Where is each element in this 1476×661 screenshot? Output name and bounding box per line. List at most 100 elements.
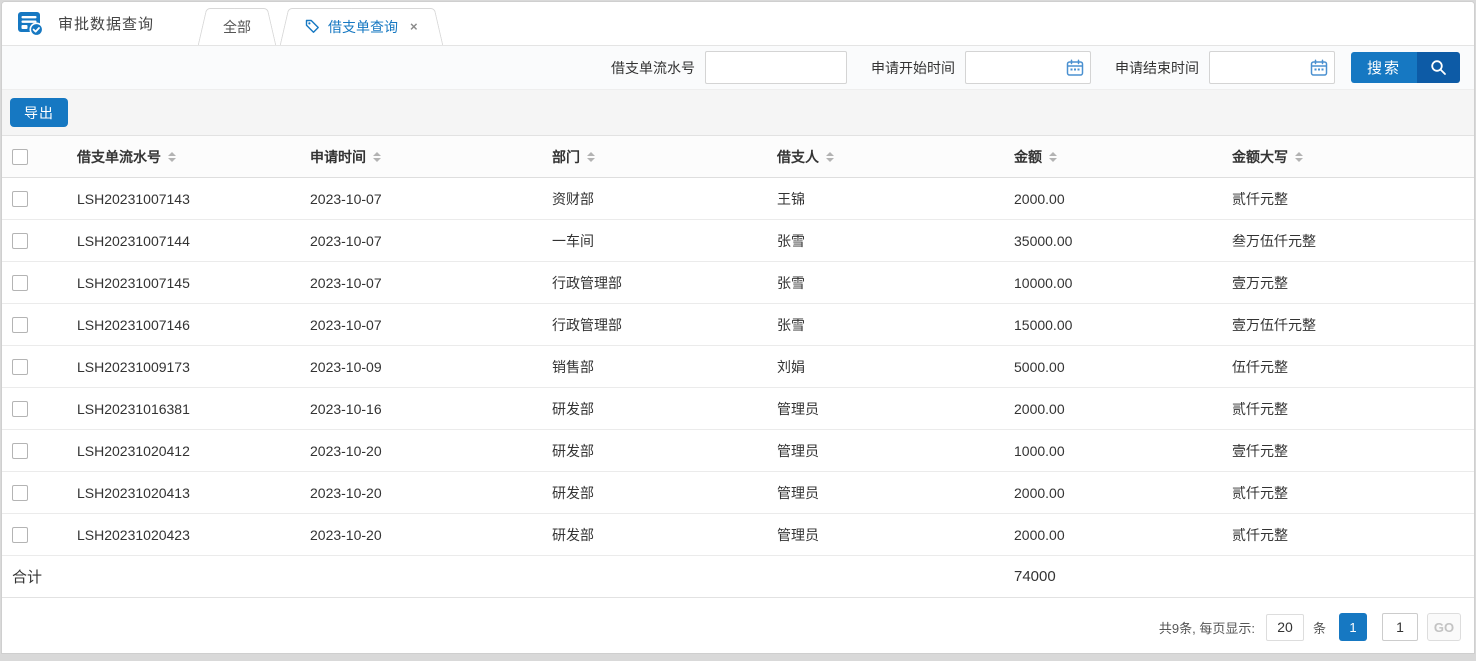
serial-label: 借支单流水号	[611, 58, 695, 78]
cell-amount: 2000.00	[1014, 388, 1232, 430]
cell-amount: 2000.00	[1014, 514, 1232, 556]
tab-loan-query-label: 借支单查询	[328, 17, 398, 37]
cell-amount-words: 壹仟元整	[1232, 430, 1474, 472]
row-checkbox[interactable]	[12, 443, 28, 459]
cell-amount: 2000.00	[1014, 178, 1232, 220]
end-time-label: 申请结束时间	[1115, 58, 1199, 78]
col-serial: 借支单流水号	[77, 147, 161, 167]
row-checkbox[interactable]	[12, 191, 28, 207]
cell-amount: 1000.00	[1014, 430, 1232, 472]
cell-serial: LSH20231020423	[77, 514, 310, 556]
cell-amount: 2000.00	[1014, 472, 1232, 514]
loan-table: 借支单流水号 申请时间 部门 借支人 金额 金额大写 LSH2023100714…	[2, 135, 1474, 598]
cell-borrower: 张雪	[777, 262, 1014, 304]
table-row: LSH20231007144 2023-10-07 一车间 张雪 35000.0…	[2, 220, 1474, 262]
page-title: 审批数据查询	[58, 13, 154, 34]
tab-all-label: 全部	[223, 17, 251, 37]
cell-borrower: 管理员	[777, 514, 1014, 556]
cell-serial: LSH20231007146	[77, 304, 310, 346]
search-button[interactable]: 搜索	[1351, 52, 1460, 83]
cell-amount-words: 伍仟元整	[1232, 346, 1474, 388]
cell-amount-words: 壹万伍仟元整	[1232, 304, 1474, 346]
cell-apply-time: 2023-10-07	[310, 220, 552, 262]
cell-department: 行政管理部	[552, 304, 777, 346]
cell-amount-words: 贰仟元整	[1232, 514, 1474, 556]
cell-serial: LSH20231020413	[77, 472, 310, 514]
tab-strip: 全部 借支单查询 ×	[196, 1, 445, 45]
cell-department: 研发部	[552, 430, 777, 472]
search-bar: 借支单流水号 申请开始时间 申请结束时间	[2, 46, 1474, 90]
summary-amount: 74000	[1014, 556, 1232, 598]
start-time-input[interactable]	[965, 51, 1091, 84]
select-all-checkbox[interactable]	[12, 149, 28, 165]
table-row: LSH20231007146 2023-10-07 行政管理部 张雪 15000…	[2, 304, 1474, 346]
serial-input[interactable]	[705, 51, 847, 84]
tab-close-icon[interactable]: ×	[410, 20, 418, 33]
cell-borrower: 管理员	[777, 472, 1014, 514]
summary-row: 合计 74000	[2, 556, 1474, 598]
cell-borrower: 管理员	[777, 430, 1014, 472]
cell-department: 一车间	[552, 220, 777, 262]
cell-amount-words: 贰仟元整	[1232, 178, 1474, 220]
table-header-row: 借支单流水号 申请时间 部门 借支人 金额 金额大写	[2, 136, 1474, 178]
table-toolbar: 导出	[2, 90, 1474, 135]
col-borrower: 借支人	[777, 147, 819, 167]
cell-apply-time: 2023-10-20	[310, 514, 552, 556]
sort-amount-icon[interactable]	[1049, 152, 1057, 162]
cell-serial: LSH20231016381	[77, 388, 310, 430]
cell-apply-time: 2023-10-07	[310, 178, 552, 220]
app-brand: 审批数据查询	[2, 1, 154, 45]
cell-serial: LSH20231020412	[77, 430, 310, 472]
cell-amount: 15000.00	[1014, 304, 1232, 346]
cell-amount-words: 叁万伍仟元整	[1232, 220, 1474, 262]
cell-apply-time: 2023-10-07	[310, 262, 552, 304]
cell-serial: LSH20231009173	[77, 346, 310, 388]
cell-borrower: 张雪	[777, 220, 1014, 262]
tab-loan-query[interactable]: 借支单查询 ×	[291, 8, 432, 45]
row-checkbox[interactable]	[12, 275, 28, 291]
col-apply-time: 申请时间	[310, 147, 366, 167]
table-row: LSH20231020412 2023-10-20 研发部 管理员 1000.0…	[2, 430, 1474, 472]
cell-borrower: 管理员	[777, 388, 1014, 430]
cell-department: 研发部	[552, 514, 777, 556]
cell-borrower: 张雪	[777, 304, 1014, 346]
sort-department-icon[interactable]	[587, 152, 595, 162]
cell-amount-words: 壹万元整	[1232, 262, 1474, 304]
col-amount-words: 金额大写	[1232, 147, 1288, 167]
row-checkbox[interactable]	[12, 359, 28, 375]
cell-amount-words: 贰仟元整	[1232, 388, 1474, 430]
row-checkbox[interactable]	[12, 485, 28, 501]
sort-apply-time-icon[interactable]	[373, 152, 381, 162]
row-checkbox[interactable]	[12, 401, 28, 417]
table-row: LSH20231007145 2023-10-07 行政管理部 张雪 10000…	[2, 262, 1474, 304]
end-time-input[interactable]	[1209, 51, 1335, 84]
cell-apply-time: 2023-10-07	[310, 304, 552, 346]
cell-apply-time: 2023-10-20	[310, 430, 552, 472]
table-row: LSH20231007143 2023-10-07 资财部 王锦 2000.00…	[2, 178, 1474, 220]
go-button[interactable]: GO	[1427, 613, 1461, 641]
sort-serial-icon[interactable]	[168, 152, 176, 162]
row-checkbox[interactable]	[12, 527, 28, 543]
cell-serial: LSH20231007145	[77, 262, 310, 304]
export-button[interactable]: 导出	[10, 98, 68, 127]
approval-doc-icon	[17, 10, 44, 37]
tag-icon	[305, 19, 320, 34]
row-checkbox[interactable]	[12, 233, 28, 249]
cell-apply-time: 2023-10-20	[310, 472, 552, 514]
pagination-bar: 共9条, 每页显示: 条 1 GO	[2, 601, 1474, 653]
cell-borrower: 王锦	[777, 178, 1014, 220]
current-page-button[interactable]: 1	[1339, 613, 1367, 641]
sort-amount-words-icon[interactable]	[1295, 152, 1303, 162]
sort-borrower-icon[interactable]	[826, 152, 834, 162]
cell-department: 研发部	[552, 388, 777, 430]
cell-department: 销售部	[552, 346, 777, 388]
search-button-label: 搜索	[1351, 52, 1417, 83]
page-size-unit: 条	[1313, 618, 1326, 637]
tab-all[interactable]: 全部	[209, 8, 265, 45]
pagination-summary: 共9条, 每页显示:	[1159, 618, 1255, 637]
page-jump-input[interactable]	[1382, 613, 1418, 641]
cell-borrower: 刘娟	[777, 346, 1014, 388]
cell-department: 行政管理部	[552, 262, 777, 304]
row-checkbox[interactable]	[12, 317, 28, 333]
page-size-input[interactable]	[1266, 614, 1304, 641]
